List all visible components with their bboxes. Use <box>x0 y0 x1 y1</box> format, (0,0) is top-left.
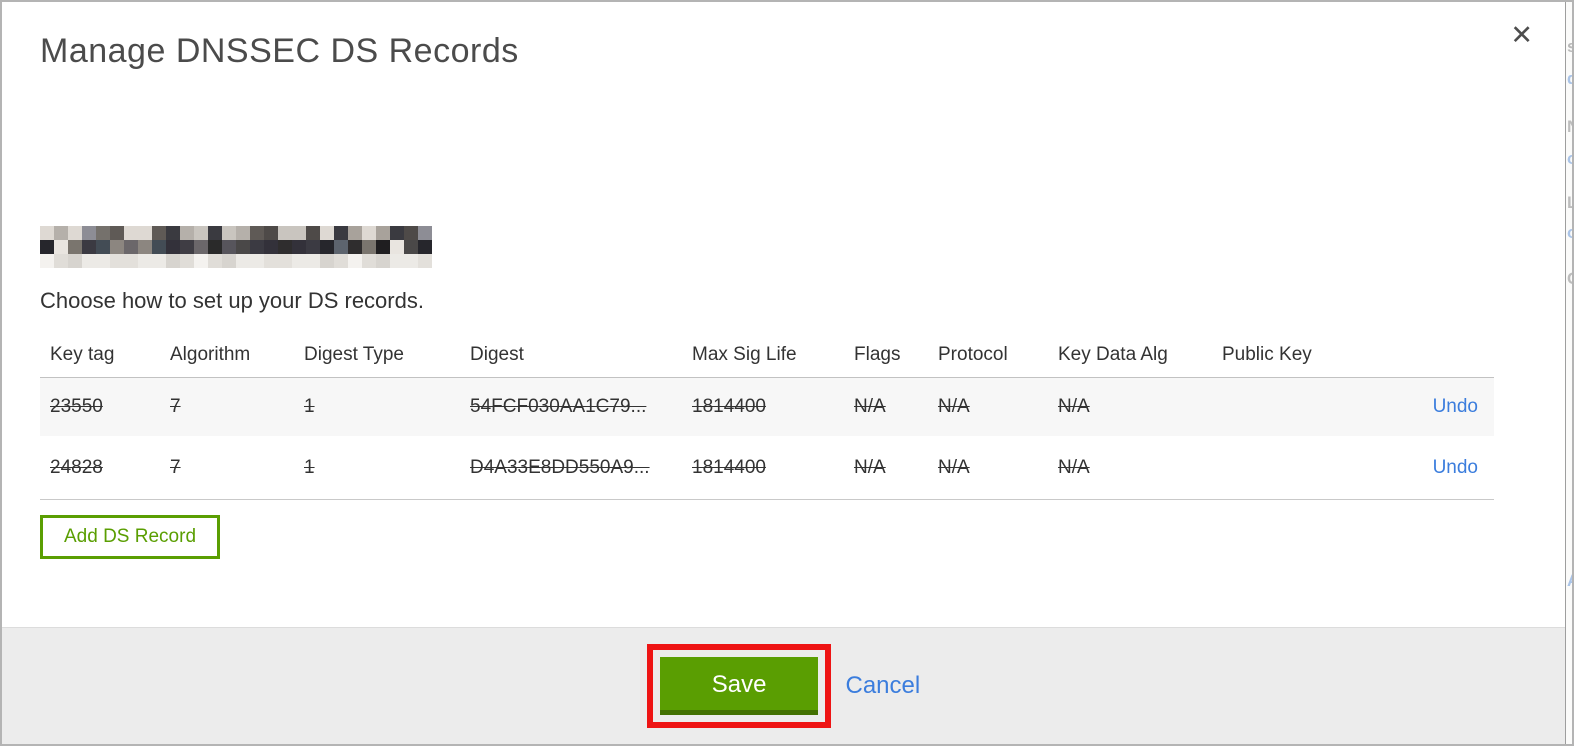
undo-link[interactable]: Undo <box>1433 457 1478 478</box>
dnssec-modal: Manage DNSSEC DS Records ✕ Choose how to… <box>2 2 1566 744</box>
col-header-max-sig-life: Max Sig Life <box>692 343 797 365</box>
close-icon[interactable]: ✕ <box>1510 22 1533 49</box>
cell-max-sig-life: 1814400 <box>692 396 766 417</box>
cell-algorithm: 7 <box>170 456 181 478</box>
cell-flags: N/A <box>854 456 886 478</box>
table-row: 24828 7 1 D4A33E8DD550A9... 1814400 N/A … <box>40 436 1494 500</box>
cell-key-data-alg: N/A <box>1058 456 1090 478</box>
col-header-flags: Flags <box>854 343 901 365</box>
screenshot-frame: Manage DNSSEC DS Records ✕ Choose how to… <box>0 0 1574 746</box>
modal-footer: Save Cancel <box>2 627 1565 744</box>
add-ds-record-button[interactable]: Add DS Record <box>40 515 221 559</box>
save-button[interactable]: Save <box>659 657 819 715</box>
cell-algorithm: 7 <box>170 396 181 417</box>
cell-key-data-alg: N/A <box>1058 396 1090 417</box>
dimmed-background-page-edge: sdNoLoCA <box>1566 2 1572 744</box>
col-header-protocol: Protocol <box>938 343 1008 365</box>
table-header-row: Key tag Algorithm Digest Type Digest Max… <box>40 332 1494 378</box>
col-header-key-tag: Key tag <box>50 343 115 365</box>
ds-records-table: Key tag Algorithm Digest Type Digest Max… <box>40 332 1494 500</box>
cell-digest-type: 1 <box>304 396 315 417</box>
table-row: 23550 7 1 54FCF030AA1C79... 1814400 N/A … <box>40 378 1494 436</box>
cancel-link[interactable]: Cancel <box>845 672 920 700</box>
redacted-domain-name <box>40 226 432 268</box>
cell-key-tag: 23550 <box>50 396 103 417</box>
cell-digest: D4A33E8DD550A9... <box>470 456 650 478</box>
cell-flags: N/A <box>854 396 886 417</box>
col-header-public-key: Public Key <box>1222 343 1312 365</box>
cell-digest-type: 1 <box>304 456 315 478</box>
undo-link[interactable]: Undo <box>1433 396 1478 417</box>
col-header-digest: Digest <box>470 343 524 365</box>
subtitle-text: Choose how to set up your DS records. <box>40 288 424 313</box>
cell-digest: 54FCF030AA1C79... <box>470 396 647 417</box>
col-header-key-data-alg: Key Data Alg <box>1058 343 1168 365</box>
cell-key-tag: 24828 <box>50 456 103 478</box>
col-header-digest-type: Digest Type <box>304 343 404 365</box>
col-header-algorithm: Algorithm <box>170 343 251 365</box>
cell-protocol: N/A <box>938 396 970 417</box>
cell-protocol: N/A <box>938 456 970 478</box>
red-annotation-rectangle: Save <box>646 644 832 728</box>
cell-max-sig-life: 1814400 <box>692 456 766 478</box>
page-title: Manage DNSSEC DS Records <box>40 32 519 70</box>
